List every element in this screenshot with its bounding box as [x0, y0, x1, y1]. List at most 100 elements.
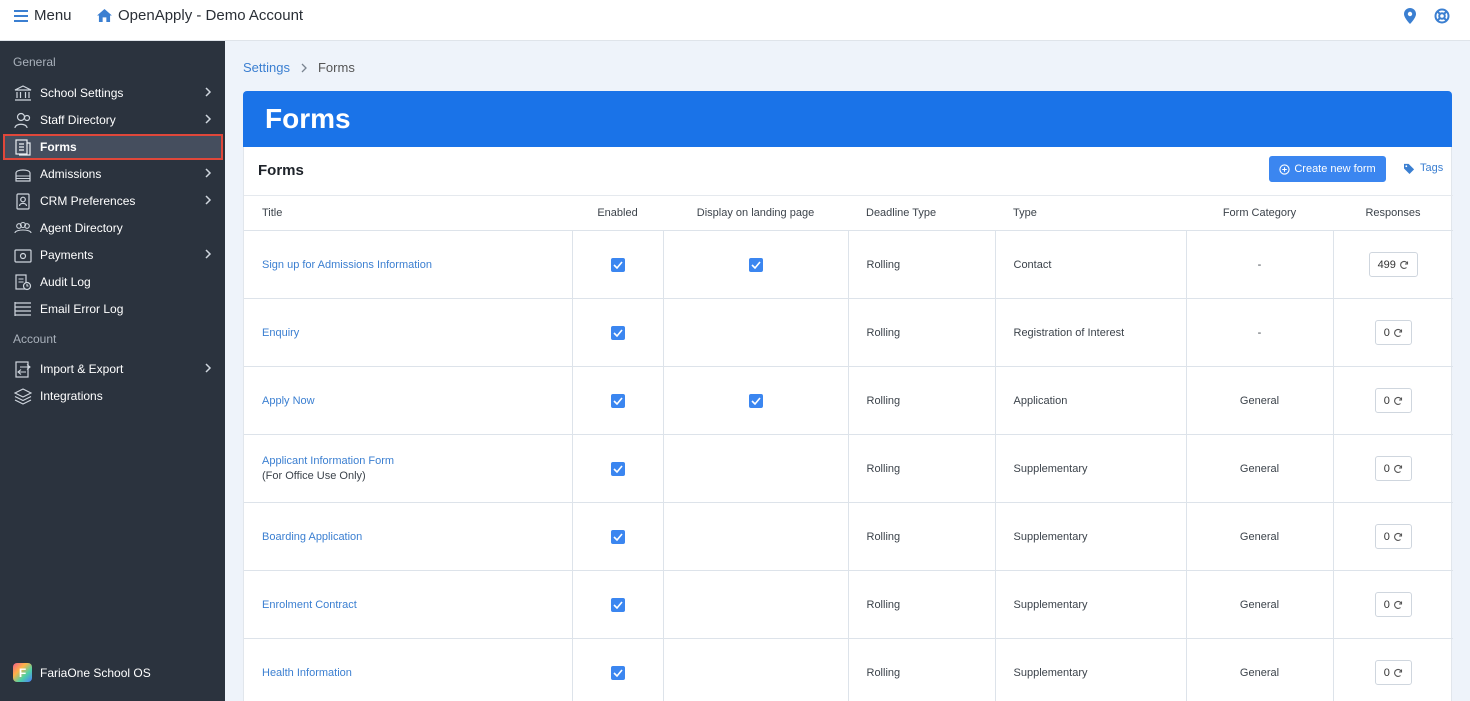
layers-icon [13, 387, 33, 405]
enabled-cell [572, 502, 664, 571]
sidebar-item-agent-directory[interactable]: Agent Directory [13, 217, 219, 239]
sidebar-item-label: Email Error Log [40, 302, 124, 316]
enabled-checkbox[interactable] [610, 597, 625, 612]
type-cell: Supplementary [995, 570, 1187, 639]
responses-cell: 0 [1333, 298, 1453, 367]
brand-footer[interactable]: F FariaOne School OS [13, 663, 151, 682]
check-icon [612, 668, 623, 677]
sidebar-item-label: Agent Directory [40, 221, 123, 235]
section-account-label: Account [13, 332, 57, 346]
audit-icon [13, 273, 33, 291]
sidebar-item-forms[interactable]: Forms [3, 134, 223, 160]
enabled-checkbox[interactable] [610, 325, 625, 340]
landing-cell[interactable] [663, 570, 849, 639]
form-title-link[interactable]: Enquiry [262, 327, 299, 339]
refresh-icon [1393, 600, 1402, 609]
responses-count: 0 [1383, 326, 1390, 339]
form-category-cell: - [1186, 298, 1334, 367]
menu-button[interactable]: Menu [14, 7, 72, 24]
form-title-link[interactable]: Applicant Information Form [262, 455, 394, 467]
landing-cell[interactable] [663, 434, 849, 503]
refresh-icon [1393, 464, 1402, 473]
responses-button[interactable]: 0 [1374, 320, 1412, 345]
top-bar: Menu OpenApply - Demo Account [0, 0, 1470, 41]
responses-count: 0 [1383, 666, 1390, 679]
form-category-cell: General [1186, 570, 1334, 639]
sidebar-item-crm-preferences[interactable]: CRM Preferences [13, 190, 219, 212]
responses-count: 0 [1383, 462, 1390, 475]
landing-cell[interactable] [663, 502, 849, 571]
responses-button[interactable]: 0 [1374, 388, 1412, 413]
enabled-checkbox[interactable] [610, 665, 625, 680]
deadline-type-cell: Rolling [848, 638, 996, 701]
sidebar-item-staff-directory[interactable]: Staff Directory [13, 109, 219, 131]
form-title-link[interactable]: Enrolment Contract [262, 599, 357, 611]
responses-button[interactable]: 0 [1374, 660, 1412, 685]
users-icon [13, 111, 33, 129]
sidebar-item-label: Forms [40, 140, 77, 154]
responses-button[interactable]: 0 [1374, 524, 1412, 549]
brand-label: FariaOne School OS [40, 665, 151, 680]
location-pin-icon[interactable] [1404, 8, 1416, 24]
responses-button[interactable]: 0 [1374, 592, 1412, 617]
sidebar-item-label: Integrations [40, 389, 103, 403]
contacts-icon [13, 192, 33, 210]
form-category-cell: General [1186, 366, 1334, 435]
responses-button[interactable]: 499 [1368, 252, 1418, 277]
breadcrumb-settings-link[interactable]: Settings [243, 60, 290, 75]
form-title-cell: Enrolment Contract [244, 570, 573, 639]
chevron-right-icon [205, 249, 212, 259]
enabled-checkbox[interactable] [610, 257, 625, 272]
responses-button[interactable]: 0 [1374, 456, 1412, 481]
sidebar-item-label: School Settings [40, 86, 124, 100]
form-title-cell: Enquiry [244, 298, 573, 367]
page-title: Forms [265, 103, 351, 134]
table-row: Enrolment Contract Rolling Supplementary… [244, 570, 1453, 639]
landing-cell[interactable] [663, 638, 849, 701]
sidebar-item-import-export[interactable]: Import & Export [13, 358, 219, 380]
form-title-link[interactable]: Boarding Application [262, 531, 362, 543]
sidebar-item-payments[interactable]: Payments [13, 244, 219, 266]
deadline-type-cell: Rolling [848, 434, 996, 503]
sidebar-item-label: Import & Export [40, 362, 124, 376]
check-icon [612, 260, 623, 269]
form-title-link[interactable]: Health Information [262, 667, 352, 679]
header-responses: Responses [1333, 195, 1453, 231]
create-new-form-button[interactable]: Create new form [1269, 156, 1386, 182]
landing-cell [663, 230, 849, 299]
form-category-cell: - [1186, 230, 1334, 299]
header-type: Type [995, 195, 1186, 231]
table-row: Sign up for Admissions Information Rolli… [244, 230, 1453, 299]
import-export-icon [13, 360, 33, 378]
header-display-landing: Display on landing page [663, 195, 848, 231]
landing-cell[interactable] [663, 298, 849, 367]
form-title-link[interactable]: Sign up for Admissions Information [262, 259, 432, 271]
form-title-cell: Boarding Application [244, 502, 573, 571]
refresh-icon [1393, 532, 1402, 541]
enabled-checkbox[interactable] [610, 461, 625, 476]
form-title-link[interactable]: Apply Now [262, 395, 315, 407]
list-icon [13, 300, 33, 318]
enabled-checkbox[interactable] [610, 393, 625, 408]
landing-checkbox[interactable] [748, 257, 763, 272]
form-title-cell: Health Information [244, 638, 573, 701]
app-title-text: OpenApply - Demo Account [118, 7, 304, 24]
responses-count: 0 [1383, 394, 1390, 407]
app-title[interactable]: OpenApply - Demo Account [97, 7, 303, 24]
help-lifebuoy-icon[interactable] [1434, 8, 1450, 24]
sidebar-item-email-error-log[interactable]: Email Error Log [13, 298, 219, 320]
form-title-cell: Applicant Information Form (For Office Us… [244, 434, 573, 503]
sidebar-item-integrations[interactable]: Integrations [13, 385, 219, 407]
tags-link[interactable]: Tags [1403, 162, 1443, 174]
sidebar-item-school-settings[interactable]: School Settings [13, 82, 219, 104]
sidebar-item-admissions[interactable]: Admissions [13, 163, 219, 185]
sidebar-item-audit-log[interactable]: Audit Log [13, 271, 219, 293]
refresh-icon [1393, 328, 1402, 337]
type-cell: Supplementary [995, 434, 1187, 503]
responses-cell: 0 [1333, 638, 1453, 701]
enabled-checkbox[interactable] [610, 529, 625, 544]
landing-checkbox[interactable] [748, 393, 763, 408]
form-category-cell: General [1186, 502, 1334, 571]
refresh-icon [1400, 260, 1408, 269]
responses-cell: 499 [1333, 230, 1453, 299]
